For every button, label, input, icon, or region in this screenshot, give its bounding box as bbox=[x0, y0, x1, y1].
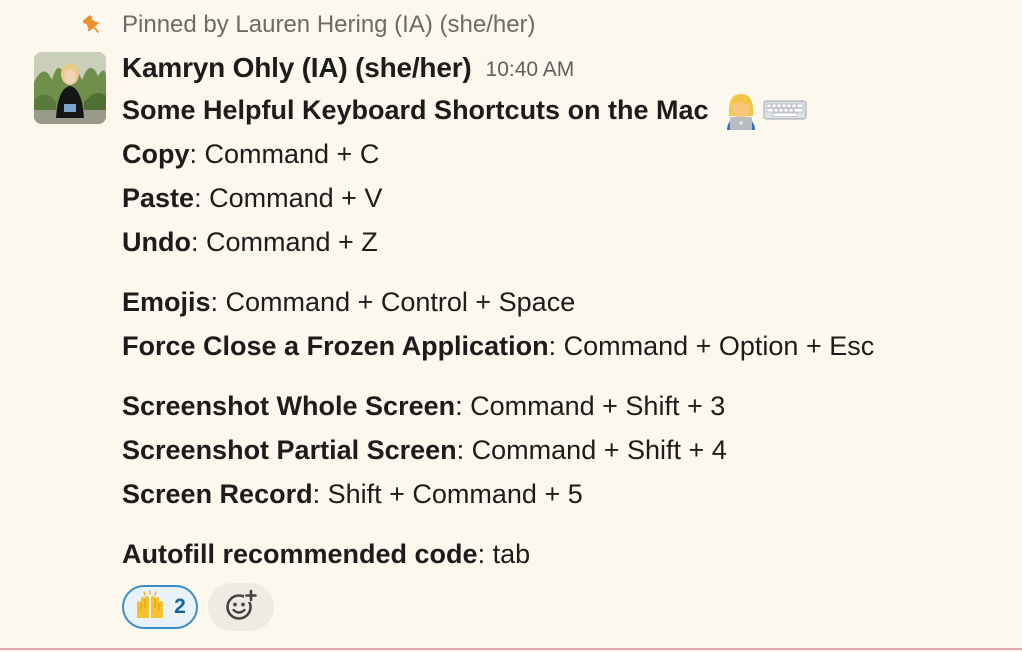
author-name[interactable]: Kamryn Ohly (IA) (she/her) bbox=[122, 52, 472, 84]
message-title: Some Helpful Keyboard Shortcuts on the M… bbox=[122, 88, 1002, 132]
pinned-by-text: Pinned by Lauren Hering (IA) (she/her) bbox=[122, 11, 536, 38]
shortcut-copy: Copy: Command + C bbox=[122, 132, 1002, 176]
shortcut-label: Copy bbox=[122, 139, 190, 169]
shortcut-keys: : Command + V bbox=[194, 183, 383, 213]
shortcut-autofill: Autofill recommended code: tab bbox=[122, 532, 1002, 576]
shortcut-keys: : Command + Control + Space bbox=[210, 287, 576, 317]
shortcut-group-1: Copy: Command + C Paste: Command + V Und… bbox=[122, 132, 1002, 264]
message-divider bbox=[0, 648, 1022, 650]
shortcut-group-3: Screenshot Whole Screen: Command + Shift… bbox=[122, 384, 1002, 516]
shortcut-label: Paste bbox=[122, 183, 195, 213]
message-header: Kamryn Ohly (IA) (she/her) 10:40 AM bbox=[122, 48, 1002, 88]
shortcut-label: Screenshot Whole Screen bbox=[122, 391, 456, 421]
shortcut-label: Autofill recommended code bbox=[122, 539, 478, 569]
shortcut-screen-record: Screen Record: Shift + Command + 5 bbox=[122, 472, 1002, 516]
shortcut-screenshot-whole: Screenshot Whole Screen: Command + Shift… bbox=[122, 384, 1002, 428]
raised-hands-icon bbox=[134, 589, 166, 625]
pinned-banner: Pinned by Lauren Hering (IA) (she/her) bbox=[80, 8, 536, 42]
shortcut-keys: : tab bbox=[477, 539, 531, 569]
shortcut-force-close: Force Close a Frozen Application: Comman… bbox=[122, 324, 1002, 368]
shortcut-keys: : Command + Shift + 4 bbox=[456, 435, 727, 465]
pin-icon bbox=[80, 13, 104, 37]
shortcut-keys: : Command + C bbox=[189, 139, 380, 169]
shortcut-label: Screenshot Partial Screen bbox=[122, 435, 457, 465]
message-title-text: Some Helpful Keyboard Shortcuts on the M… bbox=[122, 95, 709, 125]
shortcut-group-4: Autofill recommended code: tab bbox=[122, 532, 1002, 576]
shortcut-undo: Undo: Command + Z bbox=[122, 220, 1002, 264]
shortcut-keys: : Shift + Command + 5 bbox=[312, 479, 583, 509]
shortcut-label: Emojis bbox=[122, 287, 211, 317]
message-pane: Pinned by Lauren Hering (IA) (she/her) K… bbox=[0, 0, 1022, 652]
shortcut-keys: : Command + Z bbox=[190, 227, 378, 257]
shortcut-keys: : Command + Option + Esc bbox=[548, 331, 875, 361]
shortcut-screenshot-partial: Screenshot Partial Screen: Command + Shi… bbox=[122, 428, 1002, 472]
message-timestamp[interactable]: 10:40 AM bbox=[486, 54, 575, 82]
technologist-icon bbox=[721, 90, 761, 130]
add-emoji-icon bbox=[224, 588, 258, 627]
reaction-count: 2 bbox=[174, 595, 186, 618]
shortcut-keys: : Command + Shift + 3 bbox=[455, 391, 726, 421]
add-reaction-button[interactable] bbox=[208, 583, 274, 631]
avatar[interactable] bbox=[34, 52, 106, 124]
shortcut-group-2: Emojis: Command + Control + Space Force … bbox=[122, 280, 1002, 368]
shortcut-paste: Paste: Command + V bbox=[122, 176, 1002, 220]
shortcut-label: Screen Record bbox=[122, 479, 313, 509]
reactions-bar: 2 bbox=[122, 582, 1002, 632]
shortcut-emojis: Emojis: Command + Control + Space bbox=[122, 280, 1002, 324]
keyboard-icon bbox=[763, 95, 807, 125]
message: Kamryn Ohly (IA) (she/her) 10:40 AM Some… bbox=[122, 48, 1002, 632]
reaction-raised-hands[interactable]: 2 bbox=[122, 585, 198, 629]
shortcut-label: Undo bbox=[122, 227, 191, 257]
shortcut-label: Force Close a Frozen Application bbox=[122, 331, 549, 361]
